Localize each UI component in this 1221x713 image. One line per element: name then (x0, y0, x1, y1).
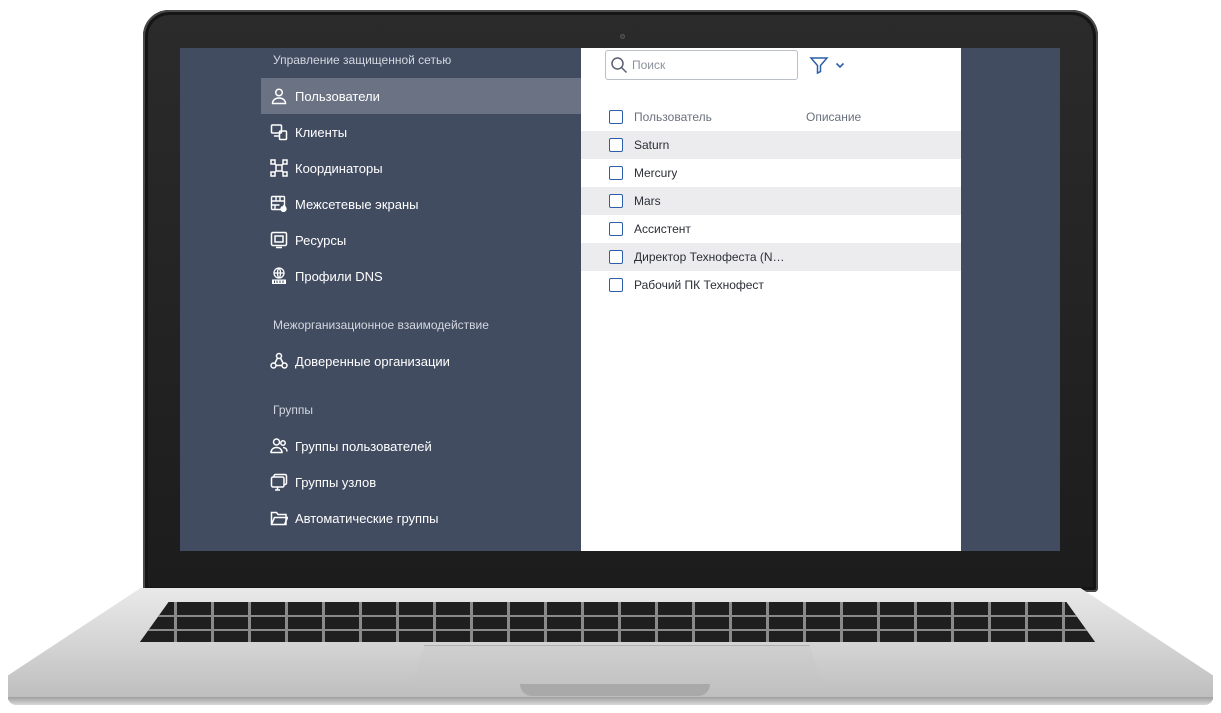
main-panel: Пользователь Описание Saturn Mercury Mar… (581, 48, 961, 551)
folder-icon (269, 508, 289, 528)
firewall-icon (269, 194, 289, 214)
sidebar-item-label: Ресурсы (295, 232, 347, 248)
filter-icon (809, 55, 829, 75)
laptop-trackpad (412, 645, 822, 685)
row-checkbox[interactable] (609, 166, 623, 180)
table-row[interactable]: Директор Технофеста (N… (581, 243, 961, 271)
dns-icon (269, 266, 289, 286)
row-user-name: Mars (634, 194, 661, 208)
section-title-interorg: Межорганизационное взаимодействие (273, 318, 489, 332)
sidebar-item-trusted-orgs[interactable]: Доверенные организации (261, 343, 581, 379)
sidebar-item-label: Координаторы (295, 160, 383, 176)
sidebar-item-clients[interactable]: Клиенты (261, 114, 581, 150)
laptop-base-edge (8, 697, 1213, 705)
table-row[interactable]: Рабочий ПК Технофест (581, 271, 961, 299)
trusted-org-icon (269, 351, 289, 371)
row-user-name: Рабочий ПК Технофест (634, 278, 764, 292)
sidebar-item-label: Группы пользователей (295, 438, 432, 454)
users-table: Пользователь Описание Saturn Mercury Mar… (581, 103, 961, 299)
devices-icon (269, 122, 289, 142)
right-panel (961, 48, 1060, 551)
sidebar-item-node-groups[interactable]: Группы узлов (261, 464, 581, 500)
row-checkbox[interactable] (609, 250, 623, 264)
select-all-checkbox[interactable] (609, 110, 623, 124)
node-group-icon (269, 472, 289, 492)
row-checkbox[interactable] (609, 138, 623, 152)
table-row[interactable]: Ассистент (581, 215, 961, 243)
sidebar-item-dns-profiles[interactable]: Профили DNS (261, 258, 581, 294)
sidebar-item-label: Группы узлов (295, 474, 377, 490)
sidebar-item-label: Доверенные организации (295, 353, 450, 369)
search-icon (610, 56, 628, 74)
row-user-name: Mercury (634, 166, 678, 180)
sidebar-item-auto-groups[interactable]: Автоматические группы (261, 500, 581, 536)
sidebar-item-label: Клиенты (295, 124, 348, 140)
row-user-name: Saturn (634, 138, 670, 152)
sidebar-item-users[interactable]: Пользователи (261, 78, 581, 114)
row-user-name: Ассистент (634, 222, 691, 236)
chevron-down-icon (835, 60, 845, 70)
search-input[interactable] (632, 58, 792, 72)
resource-icon (269, 230, 289, 250)
sidebar: Управление защищенной сетью Пользователи… (261, 48, 581, 551)
laptop-keyboard (140, 602, 1095, 642)
table-row[interactable]: Mercury (581, 159, 961, 187)
sidebar-item-user-groups[interactable]: Группы пользователей (261, 428, 581, 464)
webcam (620, 34, 625, 39)
sidebar-item-label: Пользователи (295, 88, 380, 104)
section-title-groups: Группы (273, 403, 313, 417)
search-box[interactable] (605, 50, 798, 80)
table-row[interactable]: Saturn (581, 131, 961, 159)
laptop-base-notch (520, 684, 710, 696)
row-checkbox[interactable] (609, 194, 623, 208)
coordinator-icon (269, 158, 289, 178)
user-icon (269, 86, 289, 106)
user-group-icon (269, 436, 289, 456)
table-header: Пользователь Описание (581, 103, 961, 131)
row-user-name: Директор Технофеста (N… (634, 250, 785, 264)
sidebar-item-label: Профили DNS (295, 268, 383, 284)
section-title-network: Управление защищенной сетью (273, 53, 452, 67)
row-checkbox[interactable] (609, 278, 623, 292)
column-header-description[interactable]: Описание (806, 110, 861, 124)
table-row[interactable]: Mars (581, 187, 961, 215)
filter-button[interactable] (809, 52, 851, 78)
sidebar-item-firewalls[interactable]: Межсетевые экраны (261, 186, 581, 222)
app-screen: Управление защищенной сетью Пользователи… (180, 48, 1060, 551)
sidebar-item-label: Межсетевые экраны (295, 196, 419, 212)
sidebar-item-coordinators[interactable]: Координаторы (261, 150, 581, 186)
sidebar-item-label: Автоматические группы (295, 510, 439, 526)
row-checkbox[interactable] (609, 222, 623, 236)
sidebar-item-resources[interactable]: Ресурсы (261, 222, 581, 258)
column-header-user[interactable]: Пользователь (634, 110, 712, 124)
